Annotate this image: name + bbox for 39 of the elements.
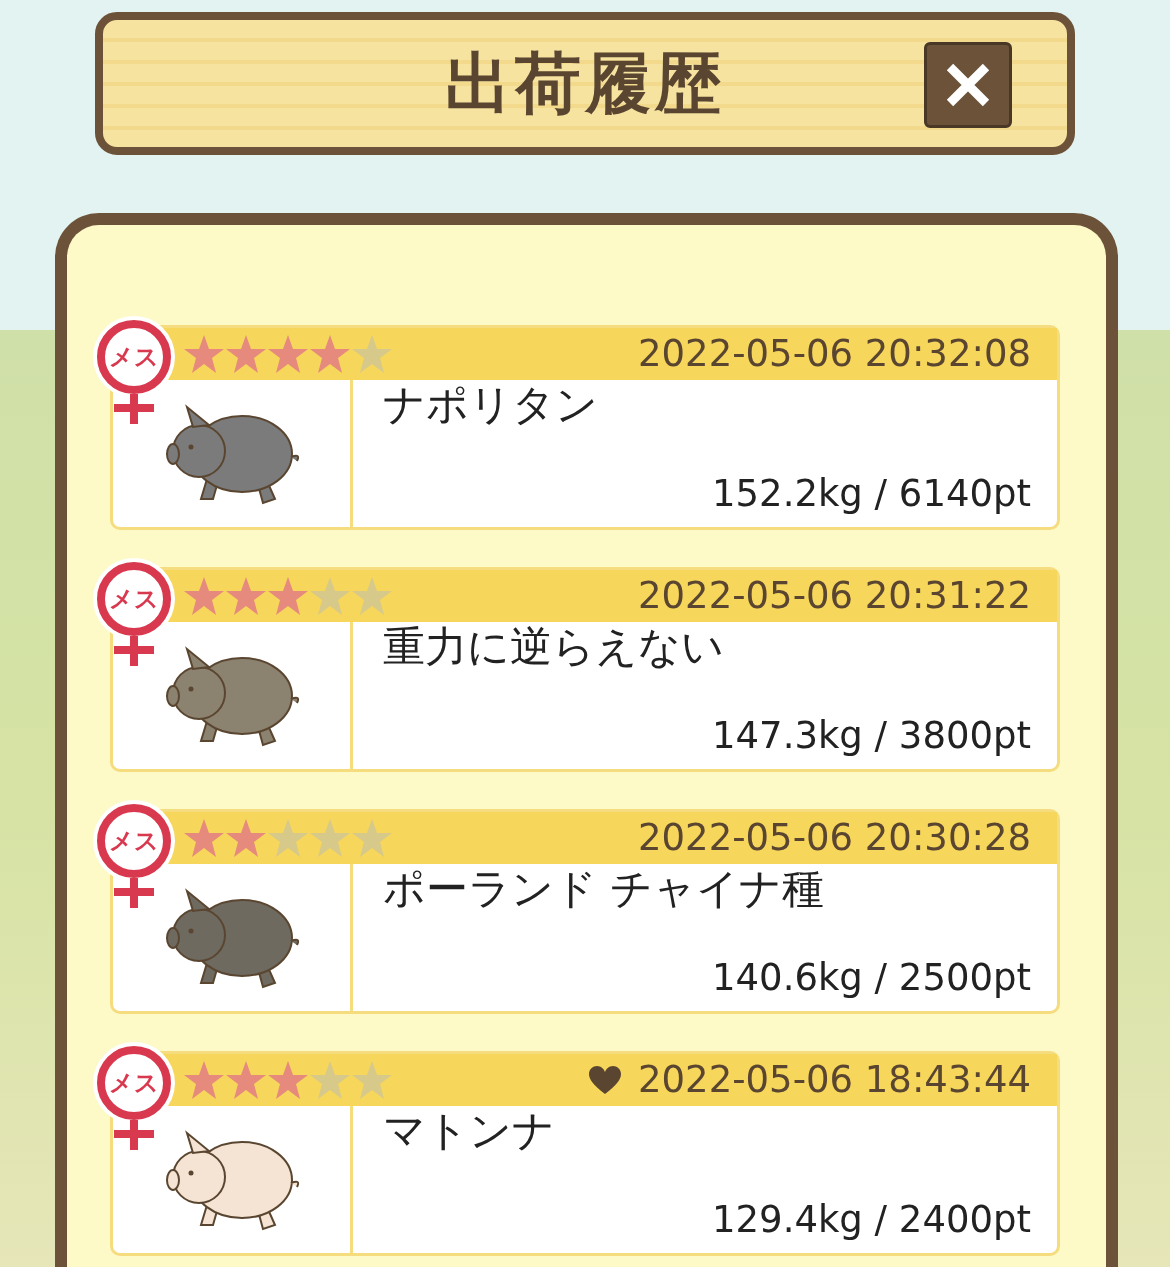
star-icon [183,818,225,858]
star-icon [309,1060,351,1100]
gender-label: メス [97,562,171,636]
gender-label: メス [97,1046,171,1120]
weight-points: 140.6kg / 2500pt [711,954,1031,1001]
pig-name: ナポリタン [383,380,599,431]
close-icon [945,62,991,108]
shipped-date: 2022-05-06 20:32:08 [638,331,1031,378]
star-icon [351,1060,393,1100]
close-button[interactable] [924,42,1012,128]
shipped-date: 2022-05-06 20:31:22 [638,573,1031,620]
weight-points: 147.3kg / 3800pt [711,712,1031,759]
star-icon [267,1060,309,1100]
star-icon [225,1060,267,1100]
star-icon [309,334,351,374]
gender-label: メス [97,320,171,394]
weight-points: 129.4kg / 2400pt [711,1196,1031,1243]
pig-name: ポーランド チャイナ種 [383,864,826,915]
shipped-date: 2022-05-06 18:43:44 [638,1057,1031,1104]
star-icon [225,334,267,374]
star-icon [267,818,309,858]
star-icon [309,576,351,616]
star-icon [351,334,393,374]
star-icon [267,576,309,616]
window-title: 出荷履歴 [445,44,725,124]
star-icon [183,334,225,374]
pig-name: マトンナ [383,1106,556,1157]
star-icon [183,1060,225,1100]
star-icon [225,576,267,616]
star-icon [267,334,309,374]
star-icon [351,576,393,616]
shipped-date: 2022-05-06 20:30:28 [638,815,1031,862]
star-icon [183,576,225,616]
star-icon [225,818,267,858]
gender-label: メス [97,804,171,878]
pig-name: 重力に逆らえない [383,622,725,673]
star-icon [309,818,351,858]
star-icon [351,818,393,858]
weight-points: 152.2kg / 6140pt [711,470,1031,517]
